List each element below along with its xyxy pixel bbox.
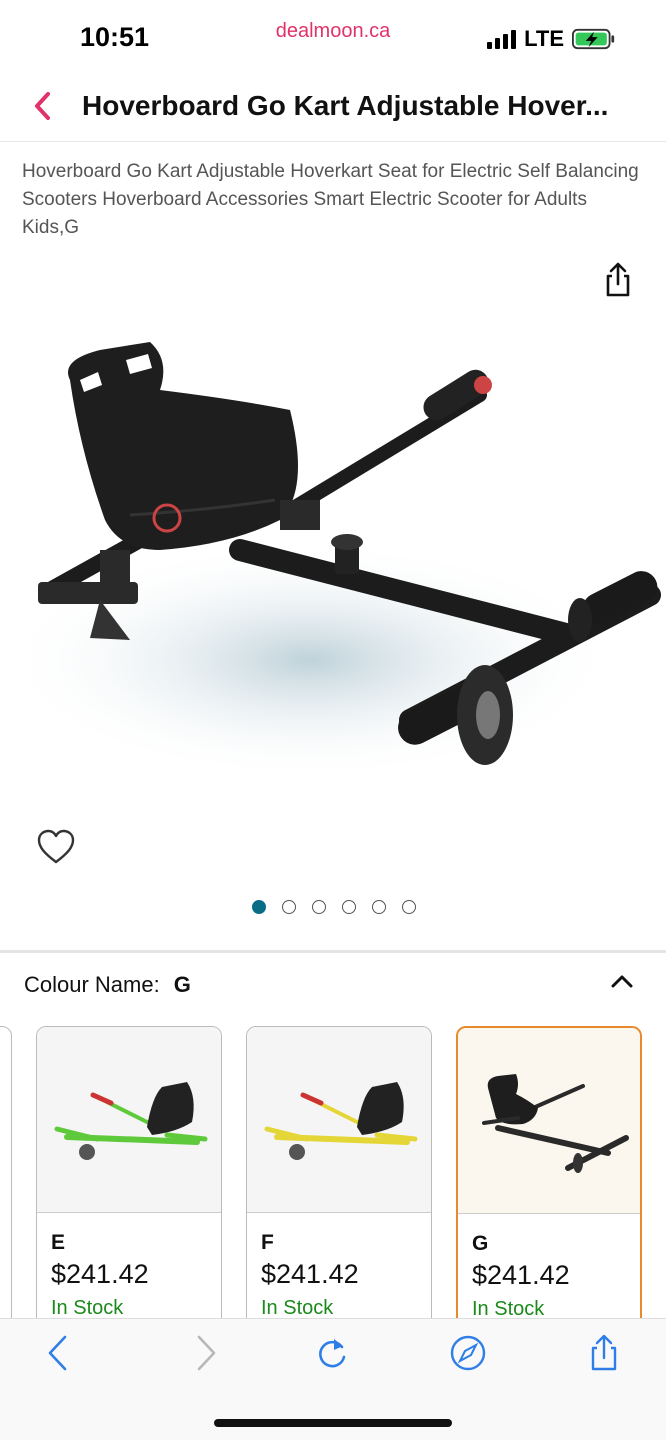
share-icon[interactable]: [584, 1333, 624, 1373]
pager-dot[interactable]: [402, 900, 416, 914]
share-icon[interactable]: [602, 262, 634, 298]
nav-header: Hoverboard Go Kart Adjustable Hover...: [0, 74, 666, 142]
colour-label: Colour Name:: [24, 972, 160, 997]
variant-price: $241.42: [261, 1259, 359, 1289]
variant-thumbnail: [247, 1027, 431, 1213]
variant-thumbnail: [37, 1027, 221, 1213]
browser-forward-icon[interactable]: [186, 1333, 226, 1373]
section-divider: [0, 950, 666, 953]
status-bar: 10:51 dealmoon.ca LTE: [0, 0, 666, 74]
back-chevron-icon[interactable]: [28, 88, 60, 124]
browser-toolbar: [0, 1318, 666, 1440]
variant-price: $241.42: [472, 1260, 570, 1290]
image-pager[interactable]: [252, 900, 416, 914]
compass-icon[interactable]: [448, 1333, 488, 1373]
battery-charging-icon: [572, 28, 615, 50]
variant-stock: In Stock: [261, 1297, 334, 1318]
pager-dot[interactable]: [312, 900, 326, 914]
heart-icon[interactable]: [36, 828, 76, 866]
variant-card-e[interactable]: E $241.42 In Stock: [36, 1026, 222, 1318]
colour-selector-header: Colour Name: G: [24, 972, 191, 998]
variant-name: G: [472, 1232, 489, 1255]
signal-icon: [487, 29, 517, 49]
variant-thumbnail: [458, 1028, 640, 1214]
variant-carousel[interactable]: E $241.42 In Stock F $241.42 In Stock G …: [0, 1026, 666, 1318]
page-title: Hoverboard Go Kart Adjustable Hover...: [82, 90, 609, 121]
status-indicators: LTE: [487, 26, 616, 52]
product-image[interactable]: [10, 320, 666, 790]
browser-back-icon[interactable]: [38, 1333, 78, 1373]
variant-card-g[interactable]: G $241.42 In Stock: [456, 1026, 642, 1318]
pager-dot[interactable]: [372, 900, 386, 914]
variant-stock: In Stock: [51, 1297, 124, 1318]
chevron-up-icon[interactable]: [608, 970, 636, 992]
home-indicator: [214, 1419, 452, 1427]
colour-selected-value: G: [173, 972, 191, 997]
reload-icon[interactable]: [312, 1333, 352, 1373]
variant-name: F: [261, 1231, 274, 1254]
network-label: LTE: [524, 26, 564, 51]
variant-stock: In Stock: [472, 1298, 545, 1318]
variant-name: E: [51, 1231, 66, 1254]
pager-dot[interactable]: [342, 900, 356, 914]
product-description: Hoverboard Go Kart Adjustable Hoverkart …: [22, 161, 639, 238]
pager-dot[interactable]: [252, 900, 266, 914]
variant-card-f[interactable]: F $241.42 In Stock: [246, 1026, 432, 1318]
variant-price: $241.42: [51, 1259, 149, 1289]
pager-dot[interactable]: [282, 900, 296, 914]
variant-card-partial[interactable]: [0, 1026, 12, 1318]
